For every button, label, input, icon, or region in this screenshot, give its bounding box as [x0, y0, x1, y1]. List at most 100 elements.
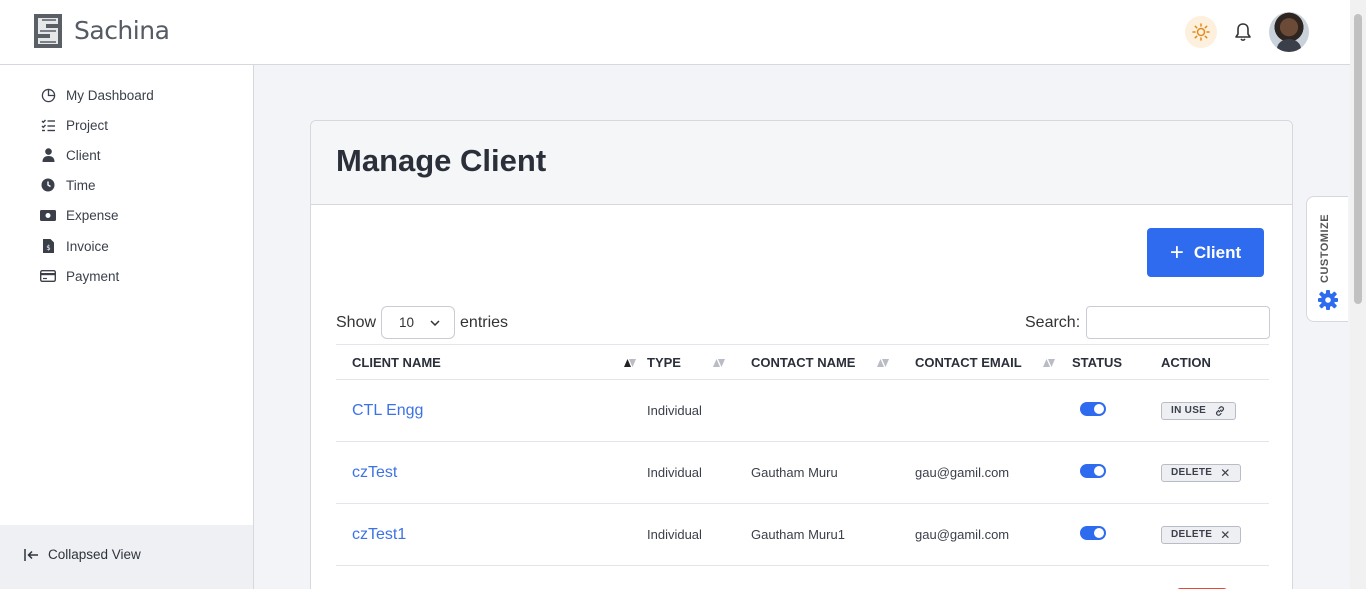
clients-table: CLIENT NAME TYPE CONTACT NAME CONTACT EM…	[336, 344, 1269, 566]
client-name-link[interactable]: CTL Engg	[336, 379, 647, 442]
sort-icon	[1043, 359, 1055, 367]
entries-control: Show 10 entries	[336, 306, 508, 339]
column-header-contact-email[interactable]: CONTACT EMAIL	[915, 344, 1072, 380]
sidebar-item-expense[interactable]: Expense	[40, 205, 119, 225]
sidebar-item-dashboard[interactable]: My Dashboard	[40, 85, 154, 105]
action-cell: IN USE	[1161, 379, 1269, 442]
column-label: ACTION	[1161, 354, 1211, 370]
contact-email	[915, 379, 1072, 442]
page-title: Manage Client	[336, 143, 547, 178]
top-header: Sachina	[0, 0, 1350, 65]
delete-button[interactable]: DELETE ✕	[1161, 525, 1241, 544]
add-client-label: Client	[1193, 242, 1242, 262]
search-label: Search:	[1025, 313, 1081, 331]
delete-button[interactable]: DELETE ✕	[1161, 463, 1241, 482]
sidebar-item-label: Time	[66, 177, 96, 193]
sort-icon	[713, 359, 725, 367]
entries-value: 10	[399, 315, 415, 330]
scrollbar-thumb[interactable]	[1354, 14, 1362, 304]
table-row: czTest1 Individual Gautham Muru1 gau@gam…	[336, 503, 1269, 566]
entries-select[interactable]: 10	[381, 306, 456, 339]
client-name-link[interactable]: czTest1	[336, 503, 647, 566]
svg-text:$: $	[46, 244, 50, 252]
avatar[interactable]	[1269, 12, 1309, 52]
search-input[interactable]	[1086, 306, 1271, 339]
manage-client-card: Manage Client + Client Show 10 entries S…	[310, 120, 1293, 589]
column-header-status: STATUS	[1072, 344, 1161, 380]
client-type: Individual	[647, 379, 751, 442]
client-type: Individual	[647, 503, 751, 566]
sidebar-item-label: Project	[66, 117, 109, 133]
plus-icon: +	[1169, 238, 1184, 266]
status-toggle[interactable]	[1080, 464, 1106, 478]
sidebar-item-project[interactable]: Project	[40, 115, 108, 135]
brand-name[interactable]: Sachina	[74, 16, 170, 45]
status-cell	[1072, 503, 1161, 566]
sidebar-item-time[interactable]: Time	[40, 175, 96, 195]
column-label: CLIENT NAME	[352, 354, 441, 370]
link-icon	[1216, 405, 1225, 416]
search-control: Search:	[1025, 306, 1271, 339]
sidebar-item-payment[interactable]: Payment	[40, 266, 119, 286]
customize-tab[interactable]: CUSTOMIZE	[1306, 196, 1348, 322]
action-cell: DELETE ✕	[1161, 503, 1269, 566]
sun-icon	[1192, 23, 1210, 41]
action-label: IN USE	[1171, 405, 1207, 417]
sidebar-item-client[interactable]: Client	[40, 145, 101, 165]
contact-name: Gautham Muru1	[751, 503, 915, 566]
gear-icon	[1318, 290, 1338, 310]
column-header-action: ACTION	[1161, 344, 1269, 380]
status-toggle[interactable]	[1080, 526, 1106, 540]
collapse-view-button[interactable]: Collapsed View	[24, 547, 141, 562]
action-cell: DELETE ✕	[1161, 441, 1269, 504]
contact-name: Gautham Muru	[751, 441, 915, 504]
collapse-view-label: Collapsed View	[48, 547, 141, 562]
in-use-button[interactable]: IN USE	[1161, 401, 1237, 420]
cash-icon	[40, 207, 56, 223]
action-label: DELETE	[1171, 467, 1213, 479]
customize-label: CUSTOMIZE	[1319, 213, 1331, 283]
theme-toggle-button[interactable]	[1185, 16, 1217, 48]
sidebar-item-label: My Dashboard	[66, 87, 154, 103]
close-icon: ✕	[1220, 465, 1231, 480]
table-header-row: CLIENT NAME TYPE CONTACT NAME CONTACT EM…	[336, 344, 1269, 380]
column-label: STATUS	[1072, 354, 1123, 370]
collapse-arrow-icon	[24, 548, 38, 561]
entries-label: entries	[460, 313, 509, 331]
add-client-button[interactable]: + Client	[1147, 228, 1264, 277]
chevron-down-icon	[430, 319, 440, 326]
client-type: Individual	[647, 441, 751, 504]
sidebar-item-label: Client	[66, 147, 101, 163]
column-label: CONTACT EMAIL	[915, 354, 1022, 370]
clock-icon	[40, 177, 56, 193]
invoice-icon: $	[40, 238, 56, 254]
sidebar-item-label: Invoice	[66, 238, 109, 254]
status-toggle[interactable]	[1080, 402, 1106, 416]
column-header-contact-name[interactable]: CONTACT NAME	[751, 344, 915, 380]
sidebar-item-label: Payment	[66, 268, 120, 284]
status-cell	[1072, 441, 1161, 504]
client-name-link[interactable]: czTest	[336, 441, 647, 504]
contact-name	[751, 379, 915, 442]
column-label: CONTACT NAME	[751, 354, 856, 370]
close-icon: ✕	[1220, 527, 1231, 542]
sort-icon	[877, 359, 889, 367]
checklist-icon	[40, 117, 56, 133]
column-label: TYPE	[647, 354, 681, 370]
contact-email: gau@gamil.com	[915, 441, 1072, 504]
sidebar-item-invoice[interactable]: $ Invoice	[40, 236, 109, 256]
column-header-type[interactable]: TYPE	[647, 344, 751, 380]
user-icon	[40, 147, 56, 163]
show-label: Show	[336, 313, 377, 331]
sidebar: My Dashboard Project Client Time Expense…	[0, 65, 254, 525]
credit-card-icon	[40, 268, 56, 284]
contact-email: gau@gamil.com	[915, 503, 1072, 566]
bell-icon[interactable]	[1232, 21, 1254, 43]
sidebar-item-label: Expense	[66, 207, 119, 223]
logo-icon[interactable]	[34, 14, 62, 48]
page-scrollbar[interactable]	[1350, 0, 1366, 589]
action-label: DELETE	[1171, 529, 1213, 541]
table-row: CTL Engg Individual IN USE	[336, 379, 1269, 442]
column-header-client-name[interactable]: CLIENT NAME	[336, 344, 647, 380]
status-cell	[1072, 379, 1161, 442]
